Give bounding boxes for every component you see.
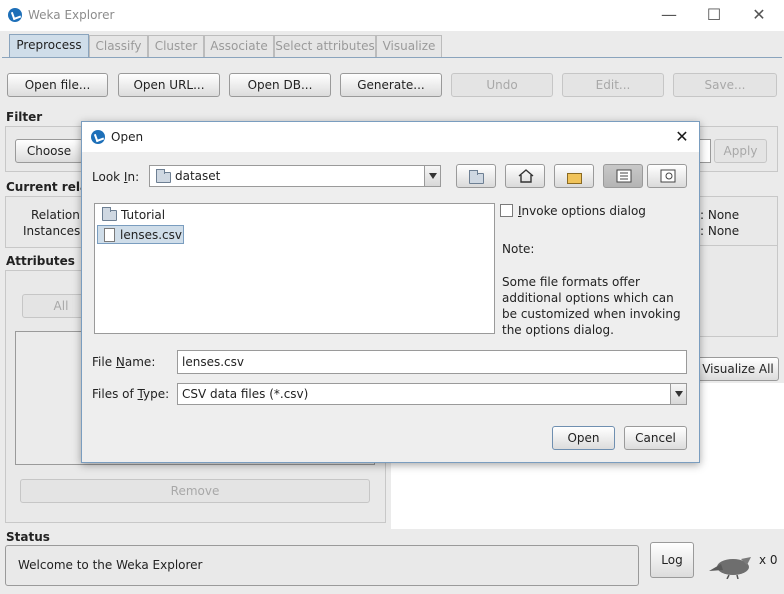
open-db-button[interactable]: Open DB...: [229, 73, 331, 97]
details-view-button[interactable]: [647, 164, 687, 188]
file-name: Tutorial: [121, 208, 166, 222]
minimize-icon[interactable]: —: [657, 4, 681, 26]
tab-classify[interactable]: Classify: [89, 35, 148, 57]
note-text: Some file formats offer additional optio…: [502, 275, 681, 337]
close-icon[interactable]: ✕: [747, 4, 771, 26]
file-name-field[interactable]: lenses.csv: [177, 350, 687, 374]
attribute-stats-panel: [698, 196, 778, 248]
open-file-button[interactable]: Open file...: [7, 73, 108, 97]
visualize-all-button[interactable]: Visualize All: [697, 357, 779, 381]
file-name: lenses.csv: [120, 228, 182, 242]
weka-bird-icon: [709, 557, 751, 579]
stats-value-2: : None: [700, 224, 740, 238]
current-relation-panel: [5, 196, 83, 248]
open-url-button[interactable]: Open URL...: [118, 73, 220, 97]
details-icon: [660, 169, 676, 183]
chevron-down-icon[interactable]: [424, 166, 440, 186]
chevron-down-icon[interactable]: [670, 384, 686, 404]
open-button[interactable]: Open: [552, 426, 615, 450]
file-name-label: File Name:: [92, 355, 156, 369]
new-folder-button[interactable]: [554, 164, 594, 188]
list-view-button[interactable]: [603, 164, 643, 188]
list-icon: [616, 169, 632, 183]
files-of-type-combo[interactable]: CSV data files (*.csv): [177, 383, 687, 405]
list-item[interactable]: Tutorial: [97, 206, 217, 224]
tab-select-attributes[interactable]: Select attributes: [274, 35, 376, 57]
look-in-value: dataset: [175, 169, 221, 183]
up-folder-icon: [469, 170, 484, 184]
file-icon: [104, 228, 115, 242]
task-count: x 0: [759, 553, 778, 567]
files-of-type-value: CSV data files (*.csv): [182, 387, 309, 401]
save-button[interactable]: Save...: [673, 73, 777, 97]
attributes-label: Attributes: [6, 254, 75, 268]
relation-label: Relation:: [31, 208, 84, 222]
undo-button[interactable]: Undo: [451, 73, 553, 97]
invoke-options-label: Invoke options dialog: [518, 204, 646, 218]
filter-label: Filter: [6, 110, 43, 124]
dialog-title-bar: Open ✕: [82, 122, 699, 152]
dialog-close-icon[interactable]: ✕: [672, 127, 692, 147]
tab-separator: [2, 57, 782, 58]
stats-value-1: : None: [700, 208, 740, 222]
status-text: Welcome to the Weka Explorer: [18, 558, 203, 572]
dialog-title: Open: [111, 130, 144, 144]
tab-visualize[interactable]: Visualize: [376, 35, 442, 57]
home-button[interactable]: [505, 164, 545, 188]
weka-app-icon: [8, 8, 22, 22]
invoke-options-checkbox[interactable]: [500, 204, 513, 217]
look-in-label: Look In:: [92, 170, 140, 184]
instances-label: Instances:: [23, 224, 85, 238]
log-button[interactable]: Log: [650, 542, 694, 578]
home-icon: [518, 169, 534, 183]
tab-preprocess[interactable]: Preprocess: [9, 34, 89, 58]
file-list[interactable]: Tutorial lenses.csv: [94, 203, 495, 334]
weka-dialog-icon: [91, 130, 105, 144]
files-of-type-label: Files of Type:: [92, 387, 170, 401]
generate-button[interactable]: Generate...: [340, 73, 442, 97]
maximize-icon[interactable]: ☐: [702, 4, 726, 26]
look-in-combo[interactable]: dataset: [149, 165, 441, 187]
tab-associate[interactable]: Associate: [204, 35, 274, 57]
title-bar: Weka Explorer — ☐ ✕: [0, 0, 784, 31]
choose-button[interactable]: Choose: [15, 139, 83, 163]
open-dialog: Open ✕ Look In: dataset Tutorial lenses.…: [81, 121, 700, 463]
edit-button[interactable]: Edit...: [562, 73, 664, 97]
tab-cluster[interactable]: Cluster: [148, 35, 204, 57]
folder-icon: [102, 207, 117, 221]
window-title: Weka Explorer: [28, 8, 115, 22]
apply-button[interactable]: Apply: [714, 139, 767, 163]
note-title: Note:: [502, 242, 535, 256]
list-item[interactable]: lenses.csv: [97, 225, 184, 244]
file-name-value: lenses.csv: [182, 355, 244, 369]
cancel-button[interactable]: Cancel: [624, 426, 687, 450]
remove-button[interactable]: Remove: [20, 479, 370, 503]
new-folder-icon: [567, 173, 582, 184]
up-one-level-button[interactable]: [456, 164, 496, 188]
selected-attribute-panel: [698, 245, 778, 337]
status-label: Status: [6, 530, 50, 544]
folder-icon: [156, 169, 171, 183]
